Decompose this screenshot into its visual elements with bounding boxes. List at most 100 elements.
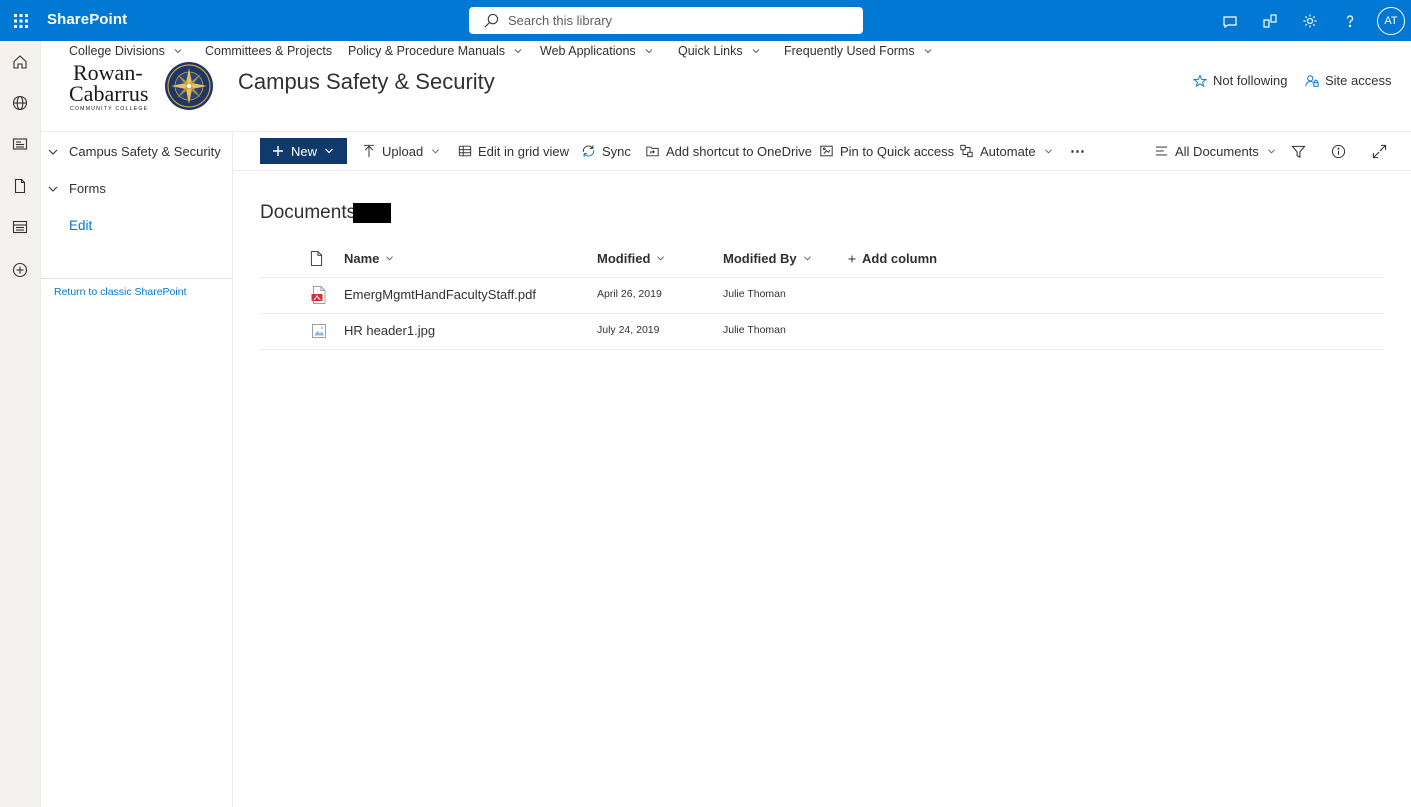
nav-item-campus-safety-security[interactable]: Campus Safety & Security [47, 144, 221, 159]
chevron-down-icon [514, 47, 522, 55]
chevron-down-icon[interactable] [47, 183, 59, 195]
chevron-down-icon [324, 146, 334, 156]
app-launcher-icon[interactable] [0, 0, 41, 41]
nav-item-label: Campus Safety & Security [69, 144, 221, 159]
edit-grid-view-button[interactable]: Edit in grid view [458, 138, 569, 164]
column-label: Modified [597, 251, 651, 266]
share-icon[interactable] [1250, 0, 1290, 41]
image-file-icon [311, 322, 327, 340]
hub-nav-committees-projects[interactable]: Committees & Projects [205, 44, 332, 58]
settings-gear-icon[interactable] [1290, 0, 1330, 41]
follow-label: Not following [1213, 73, 1288, 88]
info-icon[interactable] [1331, 138, 1346, 164]
command-bar: New Upload Edit in grid view Sync Add sh… [233, 132, 1411, 171]
left-navigation: Campus Safety & Security Forms Edit Retu… [41, 132, 233, 807]
help-icon[interactable] [1330, 0, 1370, 41]
star-icon [1193, 73, 1207, 88]
automate-flow-icon [959, 144, 974, 158]
plus-icon [848, 255, 856, 263]
search-box[interactable] [469, 7, 863, 34]
add-column-button[interactable]: Add column [848, 251, 937, 266]
logo-text-line2: Cabarrus [69, 81, 148, 106]
modified-column-header[interactable]: Modified [597, 251, 665, 266]
file-name[interactable]: EmergMgmtHandFacultyStaff.pdf [344, 287, 536, 302]
table-row[interactable]: EmergMgmtHandFacultyStaff.pdf April 26, … [260, 277, 1384, 313]
hub-nav-label: College Divisions [69, 44, 165, 58]
hub-nav-label: Policy & Procedure Manuals [348, 44, 506, 58]
column-label: Add column [862, 251, 938, 266]
sync-button[interactable]: Sync [581, 138, 631, 164]
chevron-down-icon [1044, 147, 1053, 156]
nav-item-forms[interactable]: Forms [47, 181, 106, 196]
hub-nav-label: Quick Links [678, 44, 743, 58]
chevron-down-icon [174, 47, 182, 55]
redacted-badge [353, 203, 391, 223]
pin-icon [819, 144, 834, 158]
create-icon[interactable] [0, 254, 40, 286]
hub-nav-quick-links[interactable]: Quick Links [678, 44, 760, 58]
view-label: All Documents [1175, 143, 1259, 159]
search-icon [484, 13, 499, 28]
site-logo[interactable]: Rowan- Cabarrus COMMUNITY COLLEGE [67, 60, 215, 112]
expand-icon[interactable] [1372, 138, 1387, 164]
feedback-icon[interactable] [1210, 0, 1250, 41]
chevron-down-icon [803, 254, 812, 263]
avatar[interactable]: AT [1377, 7, 1405, 35]
file-name[interactable]: HR header1.jpg [344, 323, 435, 338]
hub-nav-policy-manuals[interactable]: Policy & Procedure Manuals [348, 44, 522, 58]
suite-bar: SharePoint AT [0, 0, 1411, 41]
add-shortcut-onedrive-button[interactable]: Add shortcut to OneDrive [645, 138, 812, 164]
site-title[interactable]: Campus Safety & Security [238, 69, 495, 95]
edit-grid-label: Edit in grid view [478, 143, 570, 159]
chevron-down-icon [1267, 147, 1276, 156]
nav-divider [41, 278, 232, 279]
chevron-down-icon [924, 47, 932, 55]
return-to-classic-link[interactable]: Return to classic SharePoint [54, 286, 186, 298]
sync-label: Sync [602, 143, 631, 159]
row-divider [260, 349, 1384, 350]
home-icon[interactable] [0, 46, 40, 78]
new-button[interactable]: New [260, 138, 347, 164]
nav-item-label: Forms [69, 181, 106, 196]
view-selector[interactable]: All Documents [1154, 138, 1276, 164]
table-row[interactable]: HR header1.jpg July 24, 2019 Julie Thoma… [260, 313, 1384, 349]
pin-quick-access-button[interactable]: Pin to Quick access [819, 138, 954, 164]
pin-label: Pin to Quick access [840, 143, 955, 159]
more-options-button[interactable]: ⋯ [1070, 138, 1085, 164]
filter-icon[interactable] [1291, 138, 1306, 164]
automate-label: Automate [980, 143, 1036, 159]
pdf-file-icon [311, 286, 327, 304]
grid-table-icon [458, 144, 472, 158]
modified-by-column-header[interactable]: Modified By [723, 251, 812, 266]
site-access-button[interactable]: Site access [1305, 73, 1391, 88]
lists-icon[interactable] [0, 211, 40, 243]
globe-icon[interactable] [0, 87, 40, 119]
search-input[interactable] [508, 13, 828, 28]
shortcut-folder-icon [645, 144, 660, 158]
automate-button[interactable]: Automate [959, 138, 1053, 164]
view-lines-icon [1154, 144, 1169, 158]
column-label: Name [344, 251, 380, 266]
hub-nav-web-applications[interactable]: Web Applications [540, 44, 653, 58]
chevron-down-icon [645, 47, 653, 55]
people-lock-icon [1305, 74, 1319, 88]
modified-by[interactable]: Julie Thoman [723, 324, 786, 336]
name-column-header[interactable]: Name [344, 251, 394, 266]
college-seal-icon [165, 62, 213, 110]
app-bar [0, 41, 41, 807]
logo-text-line3: COMMUNITY COLLEGE [70, 106, 148, 112]
document-icon[interactable] [0, 170, 40, 202]
follow-button[interactable]: Not following [1193, 73, 1287, 88]
file-type-column-header[interactable] [310, 251, 323, 266]
news-icon[interactable] [0, 128, 40, 160]
chevron-down-icon[interactable] [47, 146, 59, 158]
modified-by[interactable]: Julie Thoman [723, 288, 786, 300]
app-name[interactable]: SharePoint [47, 11, 127, 28]
upload-button[interactable]: Upload [362, 138, 440, 164]
upload-arrow-icon [362, 144, 376, 158]
hub-nav-frequently-used-forms[interactable]: Frequently Used Forms [784, 44, 932, 58]
nav-edit-link[interactable]: Edit [69, 218, 92, 233]
shortcut-label: Add shortcut to OneDrive [666, 143, 812, 159]
upload-label: Upload [382, 143, 424, 159]
hub-nav-college-divisions[interactable]: College Divisions [69, 44, 182, 58]
